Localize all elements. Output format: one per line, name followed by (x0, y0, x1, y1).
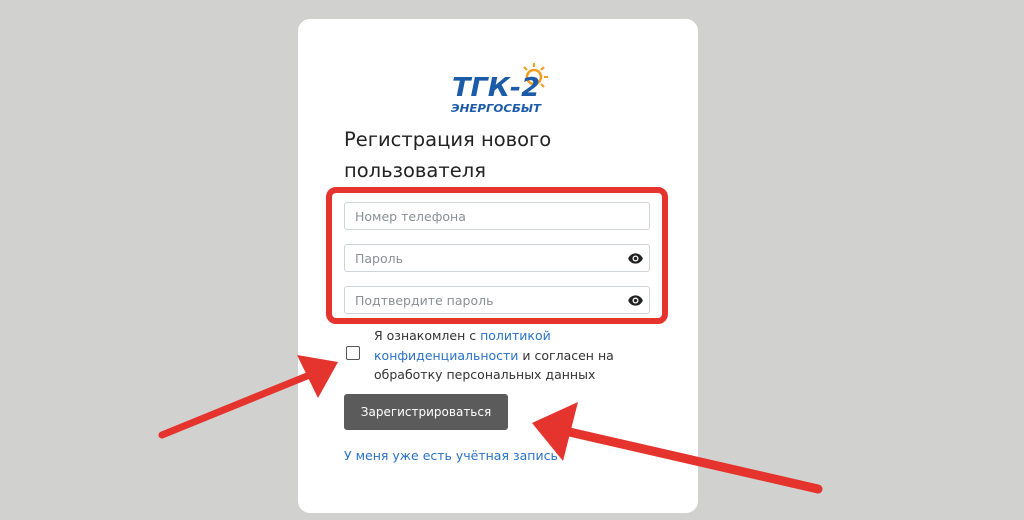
existing-account-link[interactable]: У меня уже есть учётная запись (344, 448, 558, 463)
logo-sub-text: ЭНЕРГОСБЫТ (451, 102, 543, 115)
consent-text: Я ознакомлен с политикой конфиденциально… (374, 326, 638, 385)
page-title: Регистрация нового пользователя (344, 128, 552, 182)
tgk2-energosbyt-logo: ТГК-2 ЭНЕРГОСБЫТ (451, 63, 548, 115)
consent-block: Я ознакомлен с политикой конфиденциально… (344, 326, 644, 390)
logo-main-text: ТГК-2 (452, 73, 540, 103)
register-button[interactable]: Зарегистрироваться (344, 394, 508, 430)
consent-prefix: Я ознакомлен с (374, 328, 481, 343)
fields-highlight-box (326, 187, 668, 324)
consent-checkbox[interactable] (346, 346, 360, 360)
